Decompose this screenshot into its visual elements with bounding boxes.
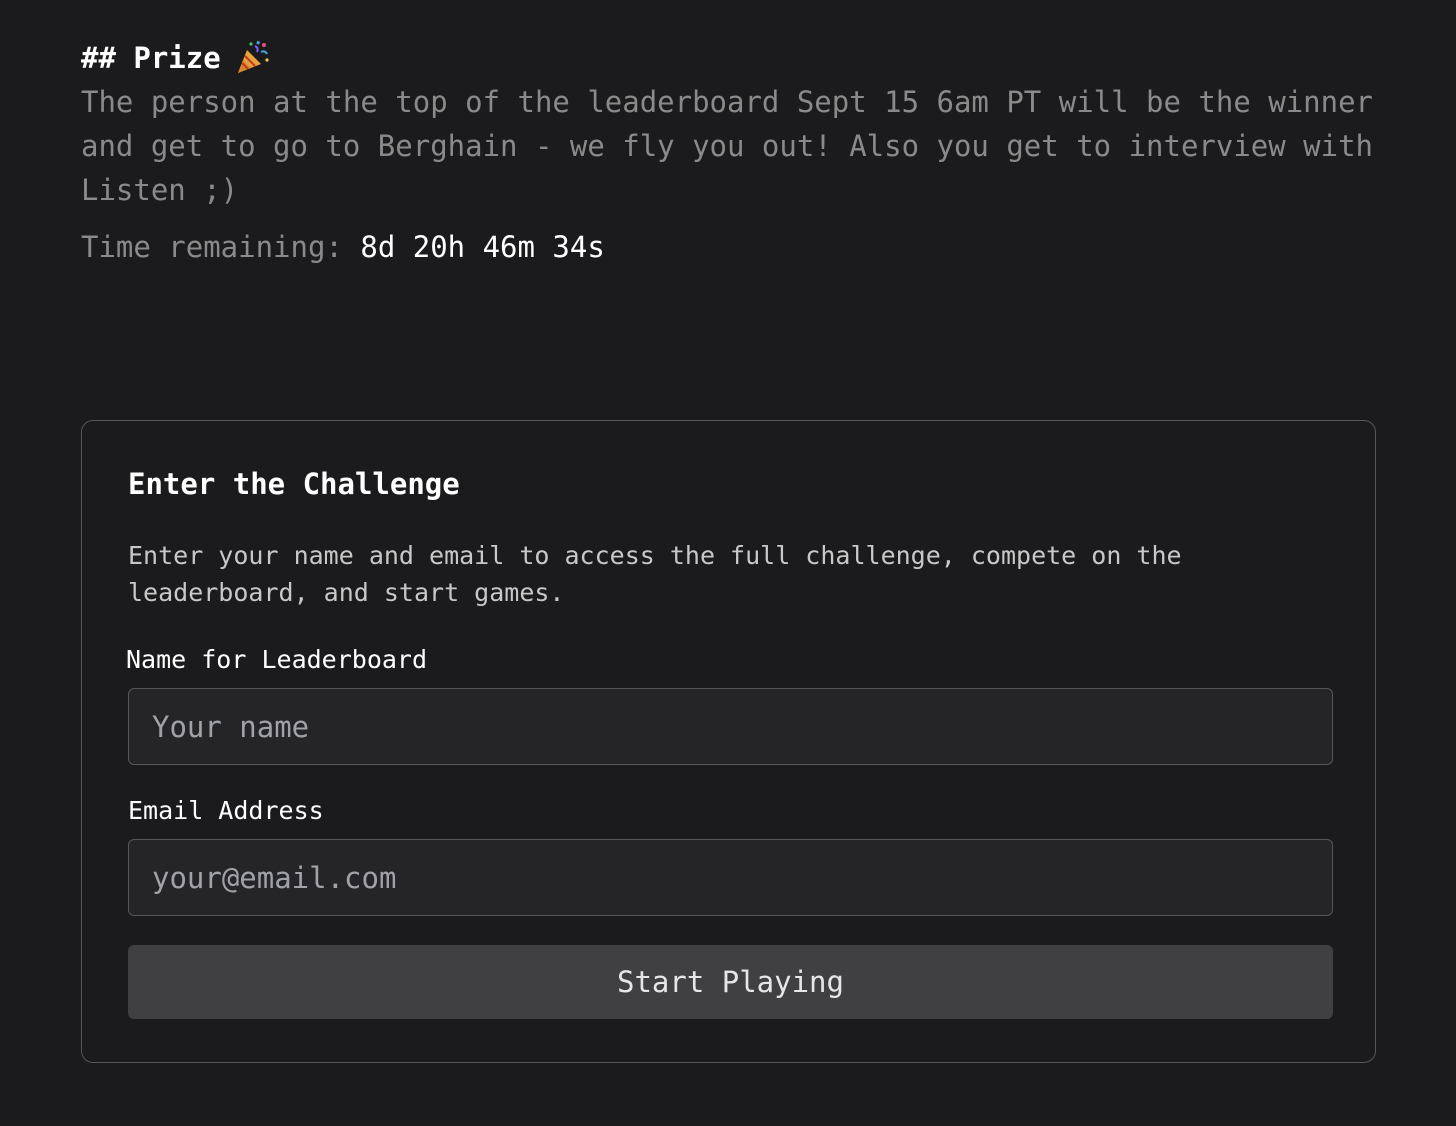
challenge-card: Enter the Challenge Enter your name and … — [81, 420, 1376, 1063]
prize-description: The person at the top of the leaderboard… — [81, 85, 1374, 207]
prize-heading-text: ## Prize — [81, 41, 221, 75]
time-remaining-value: 8d 20h 46m 34s — [360, 230, 605, 264]
challenge-title: Enter the Challenge — [128, 467, 460, 501]
email-label: Email Address — [128, 796, 324, 825]
name-input[interactable] — [128, 688, 1333, 765]
email-input[interactable] — [128, 839, 1333, 916]
prize-section: ## Prize The person at the top of the le… — [81, 36, 1381, 267]
time-remaining: Time remaining: 8d 20h 46m 34s — [81, 227, 1381, 267]
name-label: Name for Leaderboard — [126, 645, 428, 674]
challenge-description: Enter your name and email to access the … — [128, 541, 1182, 607]
start-playing-button[interactable]: Start Playing — [128, 945, 1333, 1019]
prize-heading: ## Prize — [81, 36, 1381, 80]
party-popper-icon — [235, 40, 271, 76]
time-remaining-label: Time remaining: — [81, 230, 343, 264]
